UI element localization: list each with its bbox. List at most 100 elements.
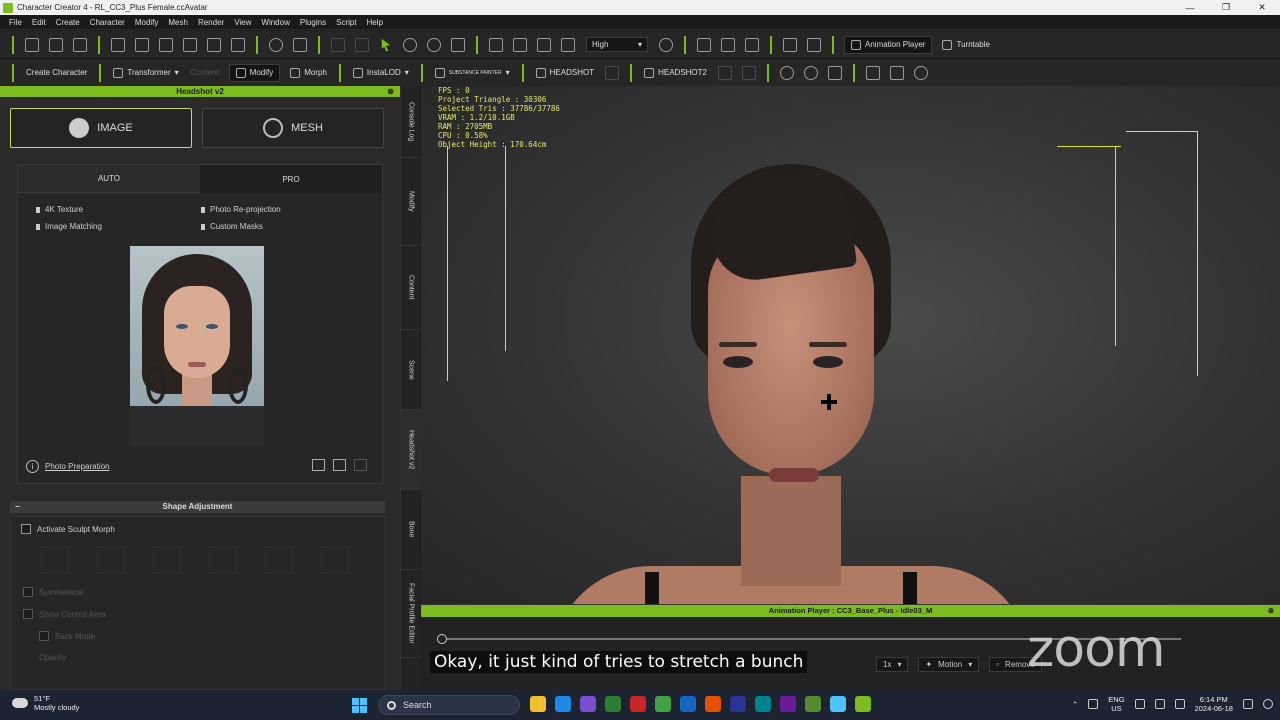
activate-sculpt-checkbox[interactable] bbox=[21, 524, 31, 534]
screenshot-icon[interactable] bbox=[231, 37, 245, 52]
gear-icon[interactable] bbox=[914, 65, 928, 80]
taskbar-app-icon[interactable] bbox=[755, 696, 771, 712]
open-folder-icon[interactable] bbox=[49, 37, 63, 52]
taskbar-app-icon[interactable] bbox=[855, 696, 871, 712]
playhead-handle[interactable] bbox=[437, 634, 447, 644]
settings-icon[interactable] bbox=[269, 37, 283, 52]
headshot2-tool-icon[interactable] bbox=[718, 65, 732, 80]
menu-file[interactable]: File bbox=[4, 18, 27, 27]
eye-icon[interactable] bbox=[780, 65, 794, 80]
save-icon[interactable] bbox=[333, 459, 346, 471]
scale-icon[interactable] bbox=[451, 37, 465, 52]
close-button[interactable]: ✕ bbox=[1244, 2, 1280, 13]
taskbar-search[interactable]: Search bbox=[378, 695, 520, 715]
select-arrow-icon[interactable] bbox=[381, 38, 391, 52]
taskbar-app-icon[interactable] bbox=[780, 696, 796, 712]
open-folder-icon[interactable] bbox=[312, 459, 325, 471]
taskbar-app-icon[interactable] bbox=[830, 696, 846, 712]
smooth-shade-icon[interactable] bbox=[721, 37, 735, 52]
taskbar-app-icon[interactable] bbox=[630, 696, 646, 712]
menu-mesh[interactable]: Mesh bbox=[163, 18, 193, 27]
menu-render[interactable]: Render bbox=[193, 18, 229, 27]
sculpt-tool-button[interactable] bbox=[41, 547, 69, 573]
sculpt-tool-button[interactable] bbox=[321, 547, 349, 573]
headshot2-button[interactable]: HEADSHOT2 bbox=[638, 67, 713, 78]
download-icon[interactable] bbox=[890, 65, 904, 80]
taskbar-app-icon[interactable] bbox=[805, 696, 821, 712]
save-icon[interactable] bbox=[73, 37, 87, 52]
taskbar-app-icon[interactable] bbox=[555, 696, 571, 712]
side-tab-bone[interactable]: Bone bbox=[401, 490, 421, 570]
content-button[interactable]: Content bbox=[185, 68, 225, 77]
head-icon[interactable] bbox=[742, 65, 756, 80]
pose-icon[interactable] bbox=[293, 37, 307, 52]
light-icon[interactable] bbox=[659, 37, 673, 52]
transformer-button[interactable]: Transformer ▾ bbox=[107, 67, 184, 78]
mesh-mode-button[interactable]: MESH bbox=[202, 108, 384, 148]
chevron-up-icon[interactable]: ⌃ bbox=[1072, 700, 1078, 709]
import-icon[interactable] bbox=[111, 37, 125, 52]
side-tab-facial-profile-editor[interactable]: Facial Profile Editor bbox=[401, 570, 421, 658]
maximize-button[interactable]: ❐ bbox=[1208, 2, 1244, 13]
taskbar-app-icon[interactable] bbox=[680, 696, 696, 712]
checkbox[interactable] bbox=[23, 587, 33, 597]
side-tab-scene[interactable]: Scene bbox=[401, 330, 421, 410]
headshot-button[interactable]: HEADSHOT bbox=[530, 67, 600, 78]
language-indicator[interactable]: ENG US bbox=[1108, 695, 1124, 713]
wifi-icon[interactable] bbox=[1134, 699, 1145, 709]
microphone-icon[interactable] bbox=[1088, 699, 1099, 709]
headshot-tool-icon[interactable] bbox=[605, 65, 620, 80]
flag-icon[interactable] bbox=[807, 37, 821, 52]
info-icon[interactable]: i bbox=[26, 460, 39, 473]
close-icon[interactable]: ⊗ bbox=[1268, 605, 1274, 617]
link-icon[interactable] bbox=[828, 65, 842, 80]
3d-viewport[interactable]: FPS : 0 Project Triangle : 30306 Selecte… bbox=[421, 86, 1280, 604]
menu-modify[interactable]: Modify bbox=[130, 18, 164, 27]
checkbox[interactable] bbox=[39, 631, 49, 641]
back-mode-option[interactable]: Back Mode bbox=[23, 631, 106, 641]
side-tab-modify[interactable]: Modify bbox=[401, 158, 421, 246]
turntable-button[interactable]: Turntable bbox=[936, 39, 996, 50]
export-dropdown-icon[interactable] bbox=[159, 37, 173, 52]
copilot-icon[interactable] bbox=[1262, 699, 1273, 709]
menu-plugins[interactable]: Plugins bbox=[295, 18, 331, 27]
menu-character[interactable]: Character bbox=[85, 18, 130, 27]
battery-icon[interactable] bbox=[1174, 699, 1185, 709]
panel-close-icon[interactable]: ⊗ bbox=[387, 86, 394, 97]
speed-select[interactable]: 1x ▾ bbox=[876, 657, 909, 672]
checkbox[interactable] bbox=[23, 609, 33, 619]
sculpt-tool-button[interactable] bbox=[97, 547, 125, 573]
tab-auto[interactable]: AUTO bbox=[18, 165, 200, 193]
sculpt-tool-button[interactable] bbox=[153, 547, 181, 573]
modify-button[interactable]: Modify bbox=[228, 63, 281, 82]
minimize-button[interactable]: — bbox=[1172, 3, 1208, 13]
show-control-area-option[interactable]: Show Control Area bbox=[23, 609, 106, 619]
sphere-icon[interactable] bbox=[804, 65, 818, 80]
opacity-option[interactable]: Opacity bbox=[23, 653, 106, 662]
send-icon[interactable] bbox=[183, 37, 197, 52]
motion-button[interactable]: ✦ Motion ▾ bbox=[918, 657, 980, 672]
side-tab-headshot-v2[interactable]: Headshot v2 bbox=[401, 410, 421, 490]
instalod-button[interactable]: InstaLOD ▾ bbox=[347, 67, 415, 78]
taskbar-app-icon[interactable] bbox=[730, 696, 746, 712]
taskbar-app-icon[interactable] bbox=[705, 696, 721, 712]
menu-help[interactable]: Help bbox=[362, 18, 388, 27]
link-out-icon[interactable] bbox=[207, 37, 221, 52]
create-character-button[interactable]: Create Character bbox=[20, 68, 93, 77]
tools-icon[interactable] bbox=[783, 37, 797, 52]
fit-view-icon[interactable] bbox=[513, 37, 527, 52]
side-tab-content[interactable]: Content bbox=[401, 246, 421, 330]
taskbar-app-icon[interactable] bbox=[580, 696, 596, 712]
taskbar-app-icon[interactable] bbox=[655, 696, 671, 712]
image-mode-button[interactable]: IMAGE bbox=[10, 108, 192, 148]
undo-icon[interactable] bbox=[331, 37, 345, 52]
menu-view[interactable]: View bbox=[229, 18, 256, 27]
quality-select[interactable]: High ▾ bbox=[586, 37, 648, 52]
wireframe-icon[interactable] bbox=[697, 37, 711, 52]
new-file-icon[interactable] bbox=[25, 37, 39, 52]
source-photo[interactable] bbox=[130, 246, 264, 446]
export-icon[interactable] bbox=[135, 37, 149, 52]
morph-button[interactable]: Morph bbox=[284, 67, 333, 78]
side-tab-console-log[interactable]: Console Log bbox=[401, 86, 421, 158]
taskbar-app-icon[interactable] bbox=[530, 696, 546, 712]
